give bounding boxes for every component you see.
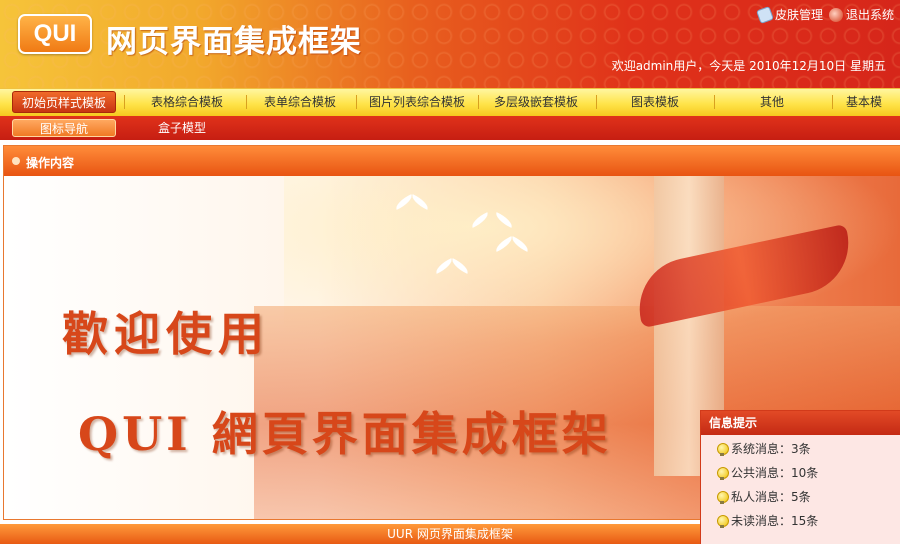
lightbulb-icon [717, 442, 729, 456]
info-row-label: 公共消息：10条 [731, 466, 819, 480]
sub-nav: 图标导航 盒子模型 [0, 116, 900, 140]
nav-item-initial-page[interactable]: 初始页样式模板 [12, 91, 116, 113]
info-row[interactable]: 未读消息：15条 [717, 512, 818, 530]
info-row[interactable]: 私人消息：5条 [717, 488, 811, 506]
banner-line-2: QUI 網頁界面集成框架 [78, 407, 612, 461]
info-row-label: 系统消息：3条 [731, 442, 811, 456]
site-title: 网页界面集成框架 [106, 24, 362, 60]
banner-line-1: 歡迎使用 [62, 307, 270, 361]
subnav-item-icon-nav[interactable]: 图标导航 [12, 119, 116, 137]
nav-divider [714, 95, 715, 109]
dove-icon [470, 212, 514, 236]
lightbulb-icon [717, 490, 729, 504]
nav-item-multilevel[interactable]: 多层级嵌套模板 [480, 91, 592, 113]
skin-icon [755, 5, 774, 24]
dove-icon [394, 194, 430, 212]
nav-item-chart[interactable]: 图表模板 [598, 91, 712, 113]
nav-item-other[interactable]: 其他 [716, 91, 828, 113]
nav-divider [478, 95, 479, 109]
skin-management-link[interactable]: 皮肤管理 [755, 5, 823, 24]
subnav-item-box-model[interactable]: 盒子模型 [130, 119, 234, 137]
nav-divider [596, 95, 597, 109]
panel-title: 操作内容 [26, 156, 75, 170]
bullet-icon [12, 157, 20, 165]
nav-divider [246, 95, 247, 109]
info-row[interactable]: 系统消息：3条 [717, 440, 811, 458]
info-popup: 信息提示 系统消息：3条 公共消息：10条 私人消息：5条 未读消息：15条 [700, 410, 900, 544]
nav-divider [832, 95, 833, 109]
info-row-label: 私人消息：5条 [731, 490, 811, 504]
skin-management-label: 皮肤管理 [774, 8, 823, 22]
main-nav: 初始页样式模板 表格综合模板 表单综合模板 图片列表综合模板 多层级嵌套模板 图… [0, 88, 900, 116]
nav-item-table[interactable]: 表格综合模板 [128, 91, 246, 113]
nav-divider [356, 95, 357, 109]
dove-icon [434, 258, 470, 276]
logout-link[interactable]: 退出系统 [828, 6, 894, 23]
dove-icon [494, 236, 530, 254]
info-row[interactable]: 公共消息：10条 [717, 464, 818, 482]
nav-divider [124, 95, 125, 109]
nav-item-basic[interactable]: 基本模 [846, 91, 900, 113]
exit-icon [828, 7, 843, 22]
nav-item-form[interactable]: 表单综合模板 [248, 91, 352, 113]
lightbulb-icon [717, 466, 729, 480]
panel-header: 操作内容 [4, 146, 900, 176]
lightbulb-icon [717, 514, 729, 528]
welcome-text: 欢迎admin用户，今天是 2010年12月10日 星期五 [611, 59, 886, 73]
logout-label: 退出系统 [845, 8, 894, 22]
logo: QUI [18, 14, 92, 54]
info-popup-title: 信息提示 [701, 411, 900, 435]
info-row-label: 未读消息：15条 [731, 514, 819, 528]
nav-item-image-list[interactable]: 图片列表综合模板 [358, 91, 476, 113]
header: QUI 网页界面集成框架 皮肤管理 退出系统 欢迎admin用户，今天是 201… [0, 0, 900, 88]
top-links: 皮肤管理 退出系统 [755, 5, 894, 24]
